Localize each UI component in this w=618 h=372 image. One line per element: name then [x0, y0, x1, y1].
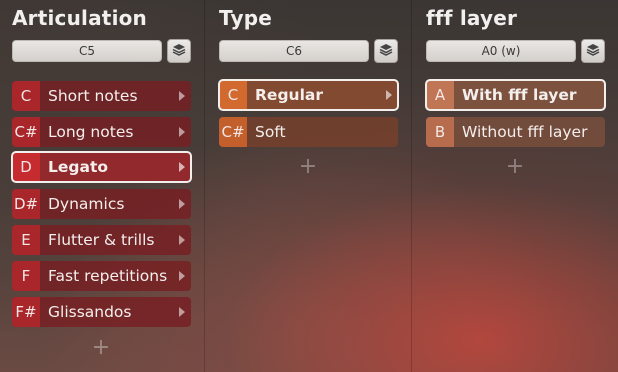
list-item[interactable]: D# Dynamics	[12, 189, 191, 219]
keyswitch-field[interactable]: C5	[12, 40, 162, 62]
keyswitch-field[interactable]: A0 (w)	[426, 40, 576, 62]
item-key: F#	[12, 297, 40, 327]
column-title: Type	[219, 6, 272, 30]
item-key: C#	[12, 117, 40, 147]
chevron-right-icon[interactable]	[175, 127, 189, 137]
item-key: D	[12, 152, 40, 182]
add-fff-layer-button[interactable]: +	[505, 154, 525, 179]
column-title: fff layer	[426, 6, 518, 30]
item-label: Short notes	[48, 87, 138, 105]
item-key: E	[12, 225, 40, 255]
list-item[interactable]: F Fast repetitions	[12, 261, 191, 291]
item-label: Dynamics	[48, 195, 125, 213]
chevron-right-icon[interactable]	[175, 91, 189, 101]
fff-layer-column: fff layer A0 (w) A With fff layer B With…	[412, 0, 618, 372]
layers-icon	[379, 42, 393, 61]
list-item[interactable]: C Short notes	[12, 81, 191, 111]
item-label: Legato	[48, 158, 109, 176]
chevron-right-icon[interactable]	[382, 90, 396, 100]
keyswitch-field[interactable]: C6	[219, 40, 369, 62]
add-type-button[interactable]: +	[298, 154, 318, 179]
layers-button[interactable]	[581, 39, 605, 63]
plus-icon: +	[91, 335, 111, 360]
chevron-right-icon[interactable]	[175, 307, 189, 317]
item-key: C	[12, 81, 40, 111]
item-label: Fast repetitions	[48, 267, 168, 285]
chevron-right-icon[interactable]	[175, 271, 189, 281]
layers-button[interactable]	[167, 39, 191, 63]
layers-button[interactable]	[374, 39, 398, 63]
list-item[interactable]: F# Glissandos	[12, 297, 191, 327]
item-key: B	[426, 117, 454, 147]
list-item[interactable]: C# Long notes	[12, 117, 191, 147]
list-item[interactable]: E Flutter & trills	[12, 225, 191, 255]
column-title: Articulation	[12, 6, 147, 30]
type-column: Type C6 C Regular C# Soft +	[205, 0, 412, 372]
chevron-right-icon[interactable]	[175, 235, 189, 245]
add-articulation-button[interactable]: +	[91, 335, 111, 360]
list-item[interactable]: C# Soft	[219, 117, 398, 147]
item-label: With fff layer	[462, 86, 577, 104]
item-key: C	[219, 80, 247, 110]
chevron-right-icon[interactable]	[175, 199, 189, 209]
item-label: Without fff layer	[462, 123, 588, 141]
chevron-right-icon[interactable]	[175, 162, 189, 172]
list-item-selected[interactable]: D Legato	[11, 151, 192, 183]
list-item[interactable]: B Without fff layer	[426, 117, 605, 147]
item-label: Soft	[255, 123, 286, 141]
item-key: D#	[12, 189, 40, 219]
item-key: A	[426, 80, 454, 110]
list-item-selected[interactable]: C Regular	[218, 79, 399, 111]
plus-icon: +	[298, 154, 318, 179]
articulation-column: Articulation C5 C Short notes C# Long no…	[0, 0, 205, 372]
list-item-selected[interactable]: A With fff layer	[425, 79, 606, 111]
item-label: Regular	[255, 86, 323, 104]
layers-icon	[172, 42, 186, 61]
item-key: C#	[219, 117, 247, 147]
item-label: Flutter & trills	[48, 231, 155, 249]
item-label: Glissandos	[48, 303, 132, 321]
layers-icon	[586, 42, 600, 61]
item-key: F	[12, 261, 40, 291]
plus-icon: +	[505, 154, 525, 179]
item-label: Long notes	[48, 123, 134, 141]
